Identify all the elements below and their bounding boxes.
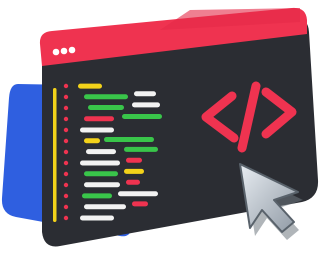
code-line-segment: [134, 91, 156, 97]
line-marker: [63, 127, 69, 133]
code-line-segment: [80, 127, 114, 133]
line-marker: [63, 171, 69, 177]
window-dot-1: [52, 48, 60, 56]
code-line-segment: [126, 157, 142, 163]
code-line-segment: [84, 204, 126, 210]
line-marker: [63, 204, 69, 210]
line-marker: [63, 116, 69, 122]
line-marker: [63, 105, 69, 111]
line-marker: [63, 83, 69, 89]
code-line-segment: [86, 149, 116, 155]
code-editor-illustration: [0, 0, 333, 264]
code-line-segment: [84, 138, 100, 144]
code-line-segment: [84, 171, 118, 177]
gutter-bar: [53, 88, 57, 222]
code-line-segment: [124, 146, 158, 152]
line-marker: [63, 94, 69, 100]
code-line-segment: [84, 182, 120, 188]
code-line-segment: [88, 105, 124, 111]
code-line-segment: [84, 94, 128, 100]
code-line-segment: [78, 83, 102, 89]
line-marker: [63, 215, 69, 221]
window-dot-3: [68, 46, 76, 54]
code-line-segment: [82, 193, 112, 199]
window-dot-2: [60, 47, 68, 55]
code-line-segment: [80, 215, 114, 221]
code-line-segment: [84, 116, 114, 122]
illustration-canvas: [1, 7, 319, 247]
code-line-segment: [118, 191, 158, 197]
line-marker: [63, 138, 69, 144]
code-line-segment: [132, 102, 160, 108]
code-line-segment: [126, 179, 140, 185]
line-marker: [63, 182, 69, 188]
code-line-segment: [80, 160, 120, 166]
line-marker: [63, 193, 69, 199]
code-line-segment: [122, 113, 162, 119]
line-marker: [63, 160, 69, 166]
line-marker: [63, 149, 69, 155]
code-line-segment: [132, 201, 148, 207]
code-line-segment: [104, 137, 154, 143]
code-line-segment: [124, 168, 144, 174]
